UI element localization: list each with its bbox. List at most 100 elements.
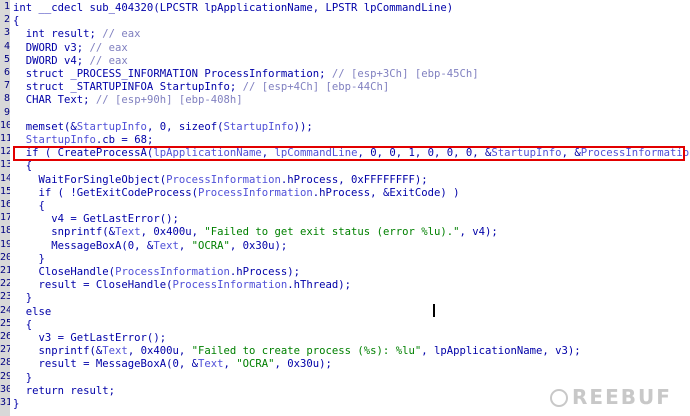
text-cursor	[433, 304, 435, 317]
line-number: 30	[0, 383, 10, 395]
watermark: REEBUF	[550, 385, 672, 409]
code-token: , 0x400u,	[127, 345, 192, 358]
code-token: snprintf(&	[13, 345, 103, 358]
line-number: 6	[3, 67, 10, 78]
code-line[interactable]: int __cdecl sub_404320(LPCSTR lpApplicat…	[13, 1, 453, 16]
code-comment: // [esp+90h] [ebp-408h]	[95, 94, 243, 107]
code-token: DWORD v4;	[13, 54, 90, 67]
code-token: }	[13, 371, 33, 384]
line-number: 24	[0, 304, 10, 316]
line-number: 31	[0, 397, 10, 408]
code-token: }	[13, 252, 45, 265]
code-line[interactable]: if ( !GetExitCodeProcess(ProcessInformat…	[13, 186, 460, 201]
line-number: 12	[0, 146, 10, 158]
identifier[interactable]: StartupInfo	[77, 121, 147, 133]
identifier[interactable]: ProcessInformation	[172, 279, 287, 291]
highlight-box-createprocess	[13, 146, 685, 161]
code-token: else	[13, 305, 52, 318]
code-token: ));	[293, 120, 313, 133]
identifier[interactable]: Text	[153, 240, 179, 252]
code-token: , v4);	[459, 226, 498, 239]
code-token: , 0, sizeof(	[146, 120, 224, 133]
code-token: }	[13, 292, 33, 305]
identifier[interactable]: ProcessInformation	[166, 174, 281, 186]
code-comment: // [esp+4Ch] [ebp-44Ch]	[242, 81, 390, 94]
identifier[interactable]: Text	[115, 226, 141, 238]
code-comment: // eax	[89, 41, 128, 54]
string-literal: "OCRA"	[236, 358, 275, 371]
code-token: , 0x30u);	[229, 239, 288, 252]
line-number: 14	[0, 172, 10, 184]
line-number: 8	[3, 93, 10, 105]
line-number: 29	[0, 370, 10, 382]
code-token: WaitForSingleObject(	[13, 173, 167, 186]
code-token: v3 = GetLastError();	[13, 332, 167, 344]
line-number: 4	[3, 40, 10, 52]
code-line[interactable]: return result;	[13, 384, 115, 399]
code-line[interactable]: }	[13, 397, 19, 412]
code-token: int __cdecl sub_404320(LPCSTR lpApplicat…	[13, 2, 454, 14]
line-number: 16	[0, 199, 10, 210]
code-line[interactable]: result = MessageBoxA(0, &Text, "OCRA", 0…	[13, 357, 332, 372]
line-number: 28	[0, 357, 10, 369]
code-token: {	[13, 318, 33, 331]
identifier[interactable]: Text	[102, 345, 128, 357]
code-token: .cb = 68;	[95, 134, 154, 146]
code-token: result = CloseHandle(	[13, 279, 173, 292]
code-token: {	[13, 15, 20, 28]
code-token: {	[13, 160, 33, 173]
line-number-gutter: 1 2 3 4 5 6 7 8 9 10 11 12 13 14 15 16 17 18 19 20 21 22 23 24 2…	[0, 0, 10, 416]
code-token: ,	[178, 239, 192, 252]
code-token: MessageBoxA(0, &	[13, 239, 154, 252]
code-comment: // eax	[89, 54, 128, 67]
code-token: , 0x400u,	[140, 226, 205, 239]
line-number: 1	[3, 1, 10, 12]
code-token: if ( !GetExitCodeProcess(	[13, 186, 198, 199]
line-number: 7	[3, 80, 10, 92]
identifier[interactable]: StartupInfo	[224, 121, 294, 133]
code-token: v4 = GetLastError();	[13, 213, 179, 226]
code-comment: // [esp+3Ch] [ebp-45Ch]	[331, 68, 479, 80]
code-line[interactable]: CHAR Text; // [esp+90h] [ebp-408h]	[13, 93, 243, 108]
line-number: 19	[0, 238, 10, 250]
line-number: 5	[3, 53, 10, 65]
code-token: .hProcess, &ExitCode) )	[312, 186, 460, 199]
code-line[interactable]: result = CloseHandle(ProcessInformation.…	[13, 278, 352, 293]
code-token: struct _PROCESS_INFORMATION ProcessInfor…	[13, 68, 332, 80]
code-token: .hThread);	[287, 279, 352, 292]
identifier[interactable]: ProcessInformation	[115, 266, 230, 278]
code-token: }	[13, 398, 20, 410]
watermark-logo-icon	[550, 389, 568, 407]
line-number: 20	[0, 251, 10, 263]
string-literal: "OCRA"	[191, 239, 230, 252]
code-token: .hProcess);	[229, 266, 301, 278]
code-token: int result;	[13, 28, 103, 41]
code-token: , 0x30u);	[274, 358, 332, 371]
line-number: 18	[0, 225, 10, 237]
code-token: result = MessageBoxA(0, &	[13, 358, 198, 371]
code-token: return result;	[13, 384, 116, 397]
identifier[interactable]: StartupInfo	[13, 134, 96, 146]
string-literal: "Failed to get exit status (error %lu)."	[204, 226, 460, 239]
line-number: 22	[0, 278, 10, 290]
line-number: 2	[3, 14, 10, 26]
code-token: snprintf(&	[13, 226, 116, 239]
identifier[interactable]: Text	[198, 358, 224, 370]
identifier[interactable]: ProcessInformation	[198, 187, 313, 199]
watermark-text: REEBUF	[572, 385, 672, 409]
code-token: DWORD v3;	[13, 41, 90, 54]
pseudocode-editor[interactable]: int __cdecl sub_404320(LPCSTR lpApplicat…	[13, 0, 690, 416]
line-number: 21	[0, 265, 10, 276]
code-token: CloseHandle(	[13, 266, 116, 278]
string-literal: "Failed to create process (%s): %lu"	[191, 345, 422, 358]
code-token: , lpApplicationName, v3);	[421, 345, 581, 358]
code-token: struct _STARTUPINFOA StartupInfo;	[13, 81, 243, 94]
code-token: .hProcess, 0xFFFFFFFF);	[280, 173, 428, 186]
line-number: 27	[0, 344, 10, 356]
code-comment: // eax	[102, 28, 141, 41]
line-number: 17	[0, 212, 10, 224]
code-token: ,	[223, 358, 237, 371]
code-token: CHAR Text;	[13, 94, 96, 107]
code-line[interactable]: MessageBoxA(0, &Text, "OCRA", 0x30u);	[13, 239, 287, 254]
line-number: 3	[3, 27, 10, 39]
